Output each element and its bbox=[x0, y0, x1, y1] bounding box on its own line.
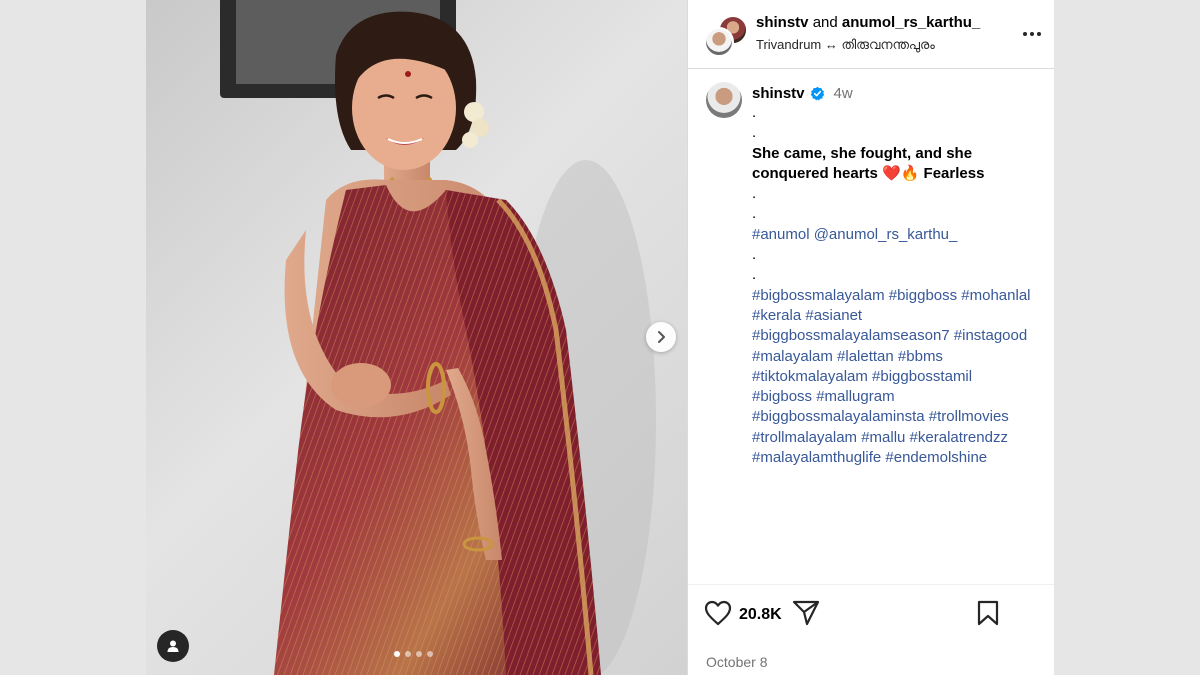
caption-body: shinstv 4w .. She came, she fought, and s… bbox=[752, 83, 1052, 468]
caption-hashtag-line[interactable]: #bigboss #mallugram bbox=[752, 387, 1052, 407]
avatar[interactable] bbox=[706, 82, 742, 118]
carousel-dot bbox=[427, 651, 433, 657]
caption-hashtag-line[interactable]: #biggbossmalayalamseason7 #instagood bbox=[752, 326, 1052, 346]
verified-badge-icon bbox=[810, 86, 824, 100]
caption-line: . bbox=[752, 246, 757, 264]
share-button[interactable] bbox=[792, 600, 820, 626]
tagged-users-button[interactable] bbox=[157, 630, 189, 662]
caption-line: She came, she fought, and she bbox=[752, 144, 973, 162]
author-username-link[interactable]: shinstv bbox=[756, 14, 809, 31]
post-side-panel: shinstv and anumol_rs_karthu_ Trivandrum… bbox=[687, 0, 1054, 675]
caption-header: shinstv 4w bbox=[752, 83, 1052, 103]
post-time[interactable]: 4w bbox=[834, 85, 853, 102]
caption-text: .. She came, she fought, and she conquered… bbox=[752, 103, 1052, 468]
bookmark-icon bbox=[977, 600, 999, 626]
user-tag-icon bbox=[167, 640, 179, 652]
more-options-button[interactable] bbox=[1020, 22, 1044, 46]
caption-hashtag-line[interactable]: #malayalamthuglife #endemolshine bbox=[752, 448, 1052, 468]
photo-woman-in-saree bbox=[274, 11, 656, 675]
post-dialog: shinstv and anumol_rs_karthu_ Trivandrum… bbox=[146, 0, 1054, 675]
like-count[interactable]: 20.8K bbox=[739, 606, 782, 624]
caption-hashtag-line[interactable]: #bigbossmalayalam #biggboss #mohanlal bbox=[752, 286, 1052, 306]
caption-line: . bbox=[752, 124, 757, 142]
caption-section: shinstv 4w .. She came, she fought, and s… bbox=[688, 69, 1054, 585]
collab-avatars[interactable] bbox=[704, 15, 748, 57]
carousel-dot bbox=[394, 651, 400, 657]
carousel-dot bbox=[416, 651, 422, 657]
caption-line: . bbox=[752, 185, 757, 203]
caption-hashtag-line[interactable]: #kerala #asianet bbox=[752, 306, 1052, 326]
collaborator-username-link[interactable]: anumol_rs_karthu_ bbox=[842, 14, 980, 31]
post-authors: shinstv and anumol_rs_karthu_ bbox=[756, 14, 980, 31]
caption-hashtag-line[interactable]: #malayalam #lalettan #bbms bbox=[752, 347, 1052, 367]
caption-line: . bbox=[752, 205, 757, 223]
caption-username-link[interactable]: shinstv bbox=[752, 85, 805, 102]
post-date[interactable]: October 8 bbox=[706, 654, 767, 670]
avatar[interactable] bbox=[704, 27, 734, 57]
caption-line: conquered hearts ❤️🔥 Fearless bbox=[752, 164, 985, 182]
like-button[interactable] bbox=[704, 600, 732, 626]
location-link[interactable]: Trivandrum ↔ തിരുവനന്തപുരം bbox=[756, 37, 935, 53]
carousel-dot bbox=[405, 651, 411, 657]
post-media[interactable] bbox=[146, 0, 687, 675]
caption-line: . bbox=[752, 104, 757, 121]
caption-hashtag-line[interactable]: #biggbossmalayalaminsta #trollmovies bbox=[752, 407, 1052, 427]
caption-hashtag-line[interactable]: #trollmalayalam #mallu #keralatrendzz bbox=[752, 428, 1052, 448]
carousel-next-button[interactable] bbox=[646, 322, 676, 352]
post-header: shinstv and anumol_rs_karthu_ Trivandrum… bbox=[688, 0, 1054, 69]
caption-line: . bbox=[752, 266, 757, 284]
authors-joiner: and bbox=[812, 14, 838, 31]
save-button[interactable] bbox=[976, 600, 1000, 626]
send-icon bbox=[792, 600, 820, 626]
carousel-indicator bbox=[394, 651, 433, 657]
post-actions: 20.8K October 8 bbox=[688, 585, 1054, 675]
heart-icon bbox=[704, 600, 732, 626]
more-dots-icon bbox=[1023, 32, 1041, 36]
caption-hashtag-line[interactable]: #tiktokmalayalam #biggbosstamil bbox=[752, 367, 1052, 387]
chevron-right-icon bbox=[658, 331, 665, 343]
caption-hashtag-line[interactable]: #anumol @anumol_rs_karthu_ bbox=[752, 225, 1052, 245]
